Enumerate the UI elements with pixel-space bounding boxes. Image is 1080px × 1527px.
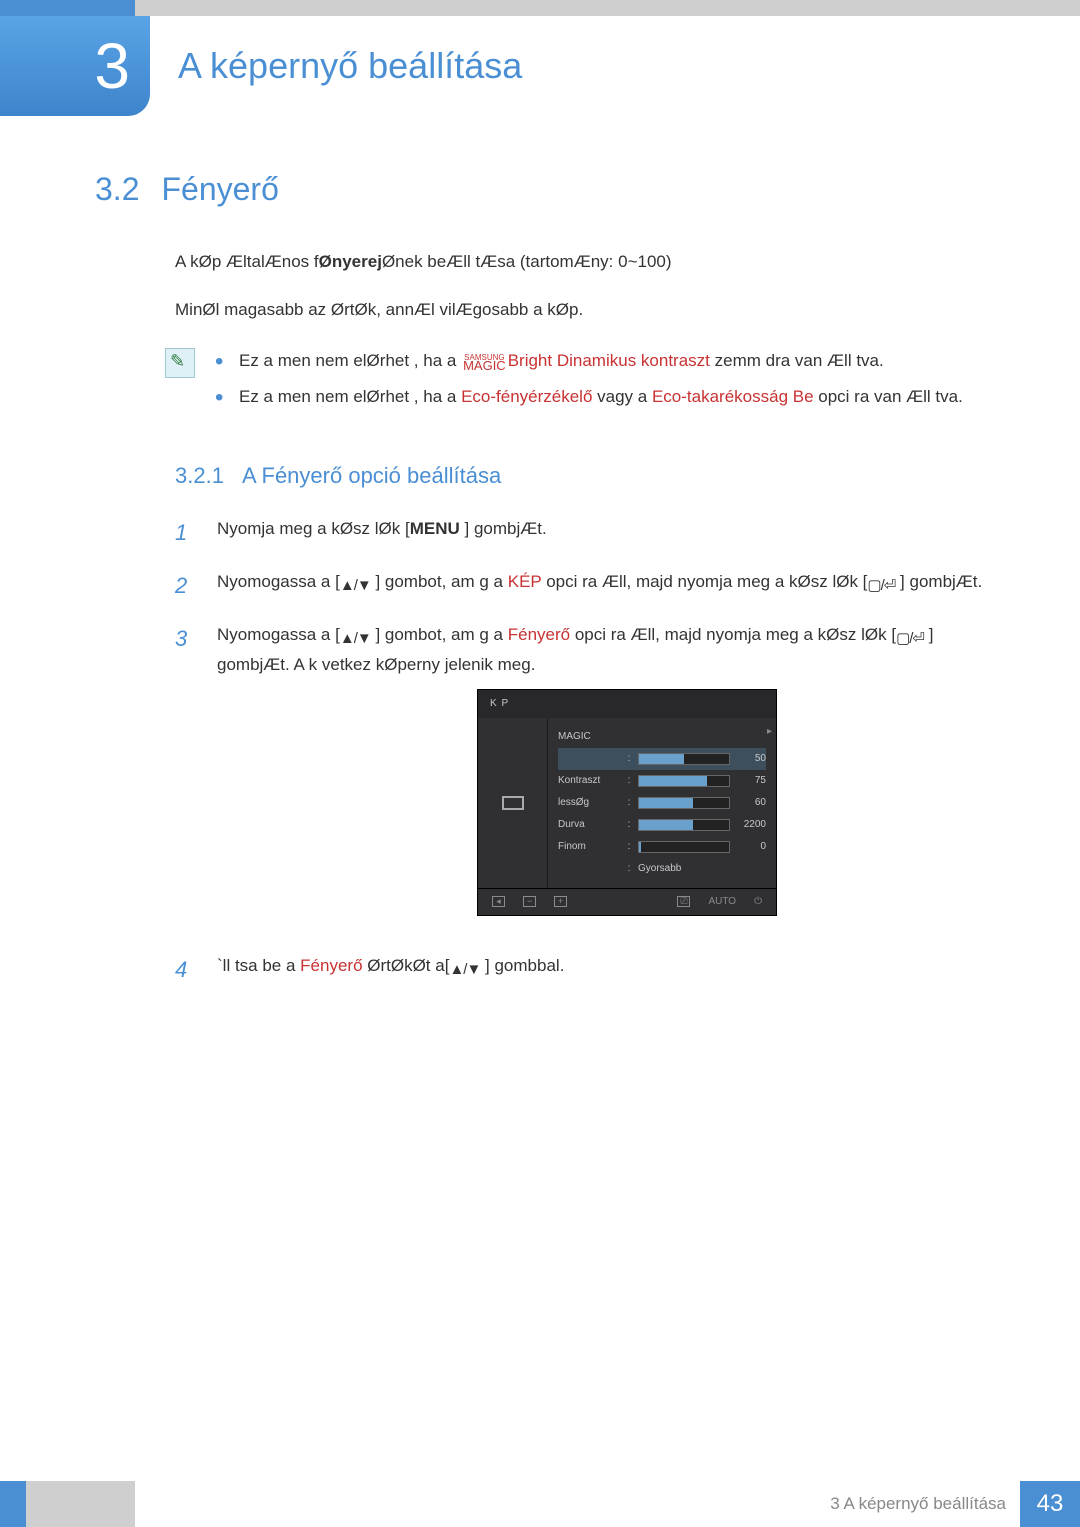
text: A kØp ÆltalÆnos f <box>175 252 319 271</box>
subsection-heading: 3.2.1 A Fényerő opció beállítása <box>175 463 985 489</box>
osd-row-label: lessØg <box>558 795 620 811</box>
up-down-icon: ▲/▼ <box>449 958 480 982</box>
osd-value: 2200 <box>736 817 766 833</box>
step-1: 1 Nyomja meg a kØsz lØk [MENU ] gombjÆt. <box>175 515 985 550</box>
intro-line-2: MinØl magasabb az ØrtØk, annÆl vilÆgosab… <box>175 300 985 320</box>
osd-row: :50 <box>558 748 766 770</box>
chapter-title: A képernyő beállítása <box>178 45 522 87</box>
section-heading: 3.2 Fényerő <box>95 171 985 208</box>
text: zemm dra van Æll tva. <box>710 351 884 370</box>
keyword: Bright Dinamikus kontraszt <box>508 351 710 370</box>
osd-row-label: Durva <box>558 817 620 833</box>
osd-screenshot: K P ▸ MAGIC:50Kontraszt:75lessØg:60Durva… <box>477 689 777 916</box>
text: ] gombbal. <box>480 956 564 975</box>
osd-row-label: MAGIC <box>558 729 620 745</box>
footer-chapter-label: 3 A képernyő beállítása <box>830 1494 1006 1514</box>
text: ] gombjÆt. <box>895 572 982 591</box>
osd-row: Finom:0 <box>558 836 766 858</box>
menu-label: MENU <box>410 519 460 538</box>
step-4: 4 `ll tsa be a Fényerő ØrtØkØt a[▲/▼ ] g… <box>175 952 985 987</box>
text: ØrtØkØt a[ <box>363 956 450 975</box>
text: ] gombot, am g a <box>371 572 503 591</box>
note-item: Ez a men nem elØrhet , ha a SAMSUNG MAGI… <box>215 348 963 374</box>
text: Ez a men nem elØrhet , ha a <box>239 351 456 370</box>
page-footer: 3 A képernyő beállítása 43 <box>0 1481 1080 1527</box>
note-box: Ez a men nem elØrhet , ha a SAMSUNG MAGI… <box>165 348 985 419</box>
text: Nyomogassa a [ <box>217 572 340 591</box>
keyword: Eco-fényérzékelő <box>461 387 592 406</box>
osd-slider <box>638 841 730 853</box>
section-number: 3.2 <box>95 171 139 208</box>
osd-row: lessØg:60 <box>558 792 766 814</box>
note-icon <box>165 348 195 378</box>
text: Ønek beÆll tÆsa (tartomÆny: 0~100) <box>382 252 672 271</box>
osd-value: 0 <box>736 839 766 855</box>
section-title: Fényerő <box>161 171 278 208</box>
text: ] gombjÆt. <box>460 519 547 538</box>
intro-line-1: A kØp ÆltalÆnos fØnyerejØnek beÆll tÆsa … <box>175 252 985 272</box>
up-down-icon: ▲/▼ <box>340 627 371 651</box>
keyword: KÉP <box>508 572 542 591</box>
top-stripe <box>0 0 1080 16</box>
text: Nyomja meg a kØsz lØk <box>217 519 400 538</box>
text: Ez a men nem elØrhet , ha a <box>239 387 461 406</box>
text: opci ra Æll, majd nyomja meg a kØsz lØk <box>541 572 857 591</box>
osd-slider <box>638 753 730 765</box>
text: vagy a <box>592 387 647 406</box>
text: `ll tsa be a <box>217 956 300 975</box>
osd-row-label: Kontraszt <box>558 773 620 789</box>
osd-btn-icon: ⎚ <box>677 896 690 907</box>
keyword: Eco-takarékosság Be <box>652 387 814 406</box>
step-number: 3 <box>175 621 195 933</box>
note-list: Ez a men nem elØrhet , ha a SAMSUNG MAGI… <box>215 348 963 419</box>
steps-list: 1 Nyomja meg a kØsz lØk [MENU ] gombjÆt.… <box>175 515 985 987</box>
subsection-title: A Fényerő opció beállítása <box>242 463 501 489</box>
osd-btn-icon: ◂ <box>492 896 505 907</box>
osd-row: Kontraszt:75 <box>558 770 766 792</box>
source-enter-icon: ▢/⏎ <box>896 627 924 651</box>
note-item: Ez a men nem elØrhet , ha a Eco-fényérzé… <box>215 384 963 410</box>
osd-value: Gyorsabb <box>638 861 766 877</box>
osd-slider <box>638 819 730 831</box>
osd-slider <box>638 797 730 809</box>
osd-btn-icon: + <box>554 896 567 907</box>
osd-slider <box>638 775 730 787</box>
text: Nyomogassa a [ <box>217 625 340 644</box>
source-enter-icon: ▢/⏎ <box>867 574 895 598</box>
osd-btn-icon: − <box>523 896 536 907</box>
text-em: Ønyerej <box>319 252 382 271</box>
osd-auto-label: AUTO <box>708 894 736 910</box>
osd-row: MAGIC <box>558 726 766 748</box>
osd-row-label: Finom <box>558 839 620 855</box>
step-3: 3 Nyomogassa a [▲/▼ ] gombot, am g a Fén… <box>175 621 985 933</box>
arrow-right-icon: ▸ <box>767 724 772 740</box>
step-2: 2 Nyomogassa a [▲/▼ ] gombot, am g a KÉP… <box>175 568 985 603</box>
subsection-number: 3.2.1 <box>175 463 224 489</box>
osd-value: 75 <box>736 773 766 789</box>
keyword: Fényerő <box>508 625 570 644</box>
osd-row: :Gyorsabb <box>558 858 766 880</box>
up-down-icon: ▲/▼ <box>340 574 371 598</box>
step-number: 1 <box>175 515 195 550</box>
text: ] gombot, am g a <box>371 625 503 644</box>
chapter-number-badge: 3 <box>0 16 150 116</box>
text: opci ra van Æll tva. <box>814 387 963 406</box>
step-number: 2 <box>175 568 195 603</box>
osd-row: Durva:2200 <box>558 814 766 836</box>
osd-category-icon <box>478 718 548 888</box>
chapter-header: 3 A képernyő beállítása <box>0 16 1080 116</box>
osd-title: K P <box>478 690 776 718</box>
step-number: 4 <box>175 952 195 987</box>
samsung-magic-icon: SAMSUNG MAGIC <box>463 355 506 372</box>
keyword: Fényerő <box>300 956 362 975</box>
osd-value: 50 <box>736 751 766 767</box>
osd-button-bar: ◂ − + ⎚ AUTO ⏻ <box>478 888 776 915</box>
osd-power-icon: ⏻ <box>754 894 762 910</box>
page-number: 43 <box>1020 1481 1080 1527</box>
text: opci ra Æll, majd nyomja meg a kØsz lØk <box>570 625 886 644</box>
osd-value: 60 <box>736 795 766 811</box>
